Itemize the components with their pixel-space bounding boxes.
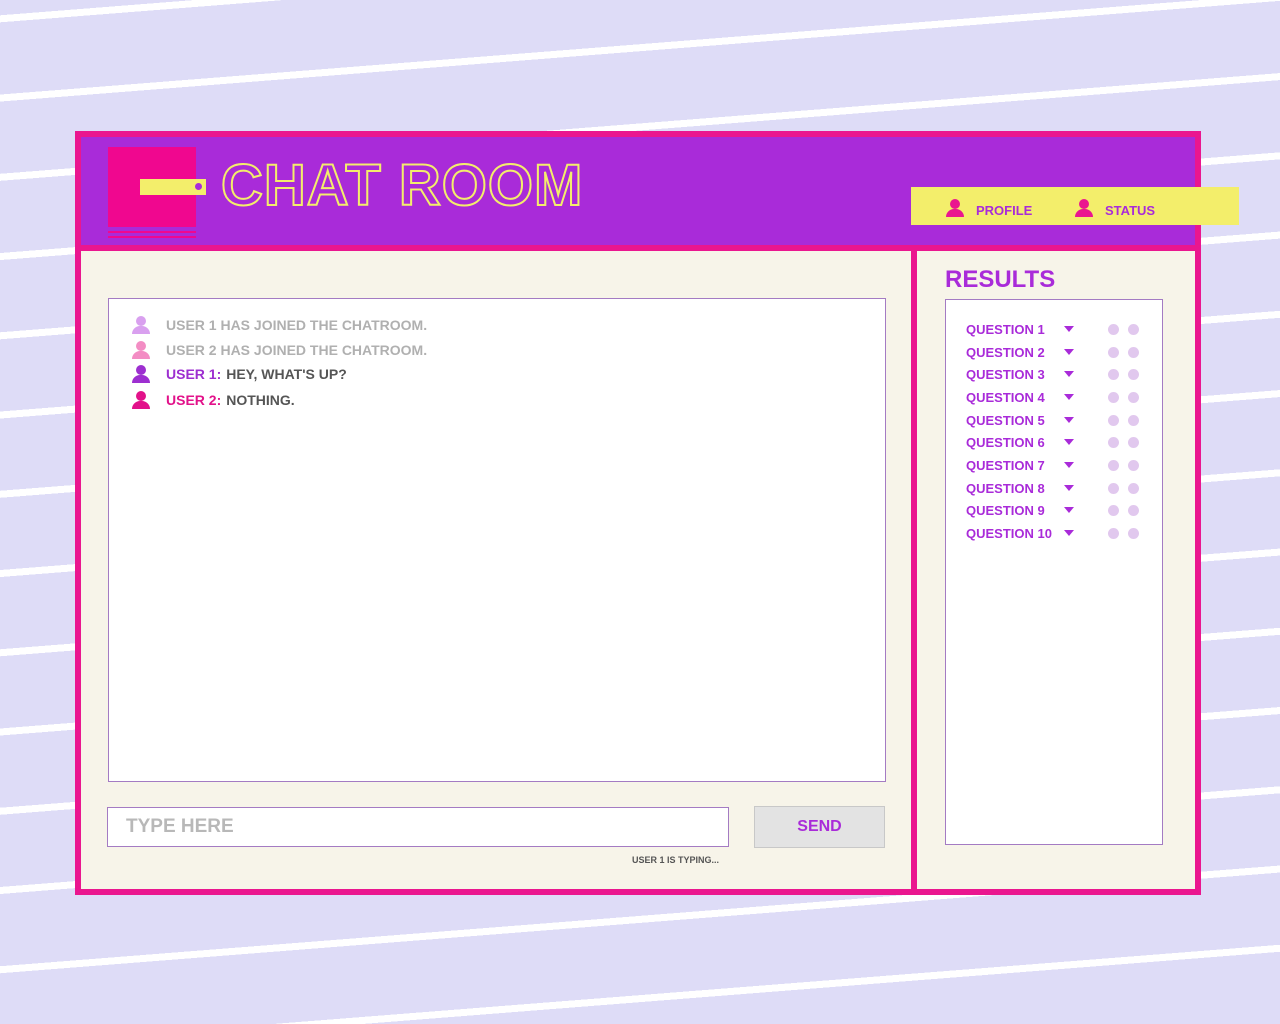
message-username: USER 2:: [166, 392, 222, 408]
message-username: USER 1:: [166, 366, 222, 382]
chat-message: USER 1: HEY, WHAT'S UP?: [131, 365, 347, 383]
status-dot: [1108, 392, 1119, 403]
status-dot: [1128, 437, 1139, 448]
status-dot: [1128, 528, 1139, 539]
dropdown-arrow-icon[interactable]: [1064, 417, 1074, 423]
results-panel: RESULTS QUESTION 1 QUESTION 2 QUESTION 3: [917, 251, 1195, 889]
header-actions: PROFILE STATUS: [911, 187, 1239, 225]
status-dot: [1128, 415, 1139, 426]
chat-message: USER 2: NOTHING.: [131, 391, 295, 409]
status-button[interactable]: STATUS: [1074, 197, 1155, 218]
status-dot: [1128, 460, 1139, 471]
results-title: RESULTS: [945, 266, 1056, 293]
logo-line: [108, 231, 196, 233]
profile-label: PROFILE: [976, 203, 1033, 218]
logo-line: [108, 236, 196, 238]
question-label: QUESTION 9: [966, 502, 1045, 518]
header-bar: CHAT ROOM PROFILE STATUS: [81, 137, 1239, 245]
question-row[interactable]: QUESTION 2: [966, 342, 1146, 362]
dropdown-arrow-icon[interactable]: [1064, 371, 1074, 377]
status-dot: [1108, 347, 1119, 358]
question-label: QUESTION 1: [966, 321, 1045, 337]
status-dot: [1108, 528, 1119, 539]
question-label: QUESTION 2: [966, 344, 1045, 360]
user-icon: [1074, 198, 1094, 217]
user-icon: [945, 198, 965, 217]
system-message-text: USER 2 HAS JOINED THE CHATROOM.: [166, 342, 428, 358]
message-list[interactable]: USER 1 HAS JOINED THE CHATROOM. USER 2 H…: [108, 298, 886, 782]
system-message-text: USER 1 HAS JOINED THE CHATROOM.: [166, 317, 428, 333]
question-row[interactable]: QUESTION 5: [966, 410, 1146, 430]
question-row[interactable]: QUESTION 8: [966, 478, 1146, 498]
system-message: USER 2 HAS JOINED THE CHATROOM.: [131, 341, 427, 359]
chat-window: CHAT ROOM PROFILE STATUS USER 1 HAS JOIN…: [75, 131, 1239, 895]
message-input[interactable]: [107, 807, 729, 847]
status-dot: [1128, 369, 1139, 380]
dropdown-arrow-icon[interactable]: [1064, 439, 1074, 445]
system-message: USER 1 HAS JOINED THE CHATROOM.: [131, 316, 427, 334]
status-dot: [1108, 324, 1119, 335]
question-row[interactable]: QUESTION 3: [966, 364, 1146, 384]
user-icon: [131, 316, 151, 334]
question-row[interactable]: QUESTION 6: [966, 432, 1146, 452]
typing-indicator: USER 1 IS TYPING...: [632, 855, 720, 865]
dropdown-arrow-icon[interactable]: [1064, 485, 1074, 491]
status-dot: [1108, 483, 1119, 494]
tag-dot: [195, 183, 202, 190]
question-row[interactable]: QUESTION 9: [966, 500, 1146, 520]
status-dot: [1128, 392, 1139, 403]
dropdown-arrow-icon[interactable]: [1064, 326, 1074, 332]
status-dot: [1108, 460, 1119, 471]
app-title: CHAT ROOM: [220, 153, 584, 218]
question-label: QUESTION 3: [966, 366, 1045, 382]
question-label: QUESTION 5: [966, 412, 1045, 428]
tag-icon: [140, 179, 206, 195]
profile-button[interactable]: PROFILE: [945, 197, 1032, 218]
dropdown-arrow-icon[interactable]: [1064, 462, 1074, 468]
user-icon: [131, 391, 151, 409]
question-row[interactable]: QUESTION 1: [966, 319, 1146, 339]
status-dot: [1128, 324, 1139, 335]
question-label: QUESTION 4: [966, 389, 1045, 405]
question-row[interactable]: QUESTION 7: [966, 455, 1146, 475]
question-label: QUESTION 8: [966, 480, 1045, 496]
dropdown-arrow-icon[interactable]: [1064, 507, 1074, 513]
question-label: QUESTION 6: [966, 434, 1045, 450]
logo: [108, 147, 206, 239]
status-dot: [1108, 505, 1119, 516]
message-text: NOTHING.: [226, 392, 295, 408]
status-dot: [1128, 505, 1139, 516]
results-list: QUESTION 1 QUESTION 2 QUESTION 3 QUESTIO…: [945, 299, 1163, 845]
question-label: QUESTION 7: [966, 457, 1045, 473]
question-row[interactable]: QUESTION 10: [966, 523, 1146, 543]
status-dot: [1128, 483, 1139, 494]
dropdown-arrow-icon[interactable]: [1064, 394, 1074, 400]
status-dot: [1128, 347, 1139, 358]
message-text: HEY, WHAT'S UP?: [226, 366, 347, 382]
user-icon: [131, 365, 151, 383]
status-label: STATUS: [1105, 203, 1156, 218]
status-dot: [1108, 415, 1119, 426]
user-icon: [131, 341, 151, 359]
question-label: QUESTION 10: [966, 525, 1052, 541]
status-dot: [1108, 369, 1119, 380]
dropdown-arrow-icon[interactable]: [1064, 349, 1074, 355]
status-dot: [1108, 437, 1119, 448]
dropdown-arrow-icon[interactable]: [1064, 530, 1074, 536]
question-row[interactable]: QUESTION 4: [966, 387, 1146, 407]
chat-panel: USER 1 HAS JOINED THE CHATROOM. USER 2 H…: [81, 251, 911, 889]
send-button[interactable]: SEND: [754, 806, 885, 848]
